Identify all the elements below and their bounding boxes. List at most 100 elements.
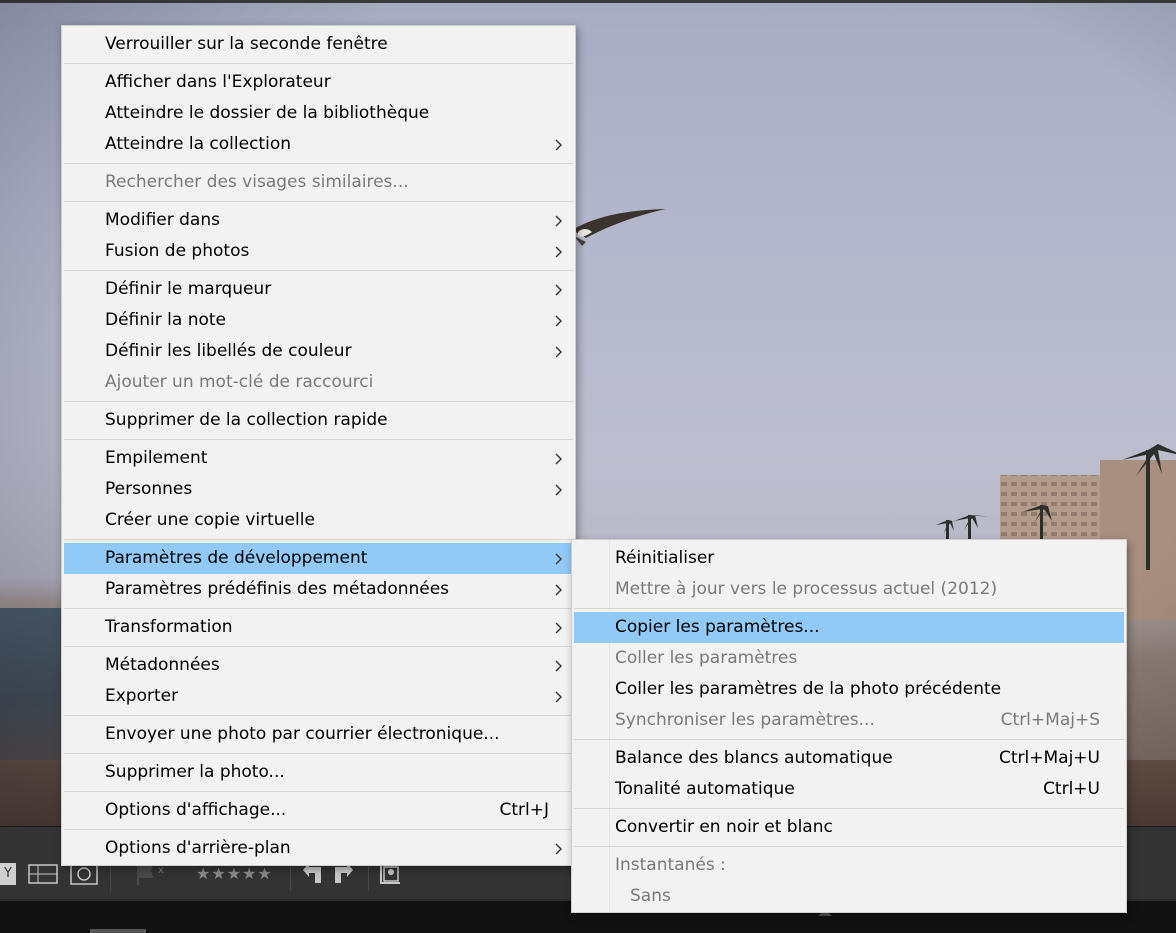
menu-separator (64, 715, 573, 716)
menu-item-label: Paramètres de développement (105, 548, 368, 568)
menu-item-envoyer-une-photo-par-courrier-electronique[interactable]: Envoyer une photo par courrier électroni… (64, 719, 573, 750)
menu-item-label: Sans (630, 886, 671, 906)
chevron-right-icon (554, 474, 566, 505)
menu-item-label: Mettre à jour vers le processus actuel (… (615, 579, 998, 599)
menu-separator (574, 846, 1124, 847)
menu-item-verrouiller-sur-la-seconde-fenetre[interactable]: Verrouiller sur la seconde fenêtre (64, 29, 573, 60)
menu-item-shortcut: Ctrl+U (1043, 779, 1100, 799)
menu-item-options-d-arriere-plan[interactable]: Options d'arrière-plan (64, 833, 573, 864)
menu-item-label: Créer une copie virtuelle (105, 510, 315, 530)
menu-item-rechercher-des-visages-similaires: Rechercher des visages similaires... (64, 167, 573, 198)
menu-separator (64, 163, 573, 164)
context-menu: Verrouiller sur la seconde fenêtre Affich… (61, 25, 576, 866)
menu-item-synchroniser-les-parametres: Synchroniser les paramètres... Ctrl+Maj+S (574, 705, 1124, 736)
menu-item-shortcut: Ctrl+Maj+S (1000, 710, 1100, 730)
menu-item-label: Supprimer de la collection rapide (105, 410, 388, 430)
menu-item-options-d-affichage[interactable]: Options d'affichage... Ctrl+J (64, 795, 573, 826)
chevron-right-icon (554, 574, 566, 605)
menu-item-tonalite-automatique[interactable]: Tonalité automatique Ctrl+U (574, 774, 1124, 805)
develop-settings-submenu: Réinitialiser Mettre à jour vers le proce… (571, 539, 1127, 913)
menu-item-label: Atteindre le dossier de la bibliothèque (105, 103, 430, 123)
menu-item-modifier-dans[interactable]: Modifier dans (64, 205, 573, 236)
menu-item-exporter[interactable]: Exporter (64, 681, 573, 712)
chevron-right-icon (554, 336, 566, 367)
menu-item-copier-les-parametres[interactable]: Copier les paramètres... (574, 612, 1124, 643)
menu-separator (574, 608, 1124, 609)
chevron-right-icon (554, 129, 566, 160)
chevron-right-icon (554, 681, 566, 712)
menu-item-atteindre-le-dossier-de-la-bibliotheque[interactable]: Atteindre le dossier de la bibliothèque (64, 98, 573, 129)
chevron-right-icon (554, 236, 566, 267)
menu-item-fusion-de-photos[interactable]: Fusion de photos (64, 236, 573, 267)
menu-item-label: Réinitialiser (615, 548, 715, 568)
chevron-right-icon (554, 612, 566, 643)
chevron-right-icon (554, 443, 566, 474)
menu-item-label: Coller les paramètres (615, 648, 798, 668)
menu-item-label: Convertir en noir et blanc (615, 817, 833, 837)
menu-separator (64, 791, 573, 792)
menu-item-parametres-de-developpement[interactable]: Paramètres de développement (64, 543, 573, 574)
menu-item-label: Copier les paramètres... (615, 617, 820, 637)
menu-item-definir-les-libelles-de-couleur[interactable]: Définir les libellés de couleur (64, 336, 573, 367)
menu-item-sans: Sans (574, 881, 1124, 912)
menu-separator (64, 608, 573, 609)
menu-item-convertir-en-noir-et-blanc[interactable]: Convertir en noir et blanc (574, 812, 1124, 843)
menu-item-label: Rechercher des visages similaires... (105, 172, 409, 192)
chevron-right-icon (554, 274, 566, 305)
filmstrip-scroll[interactable] (90, 929, 146, 933)
crop-person-icon[interactable] (376, 863, 404, 885)
menu-item-parametres-predefinis-des-metadonnees[interactable]: Paramètres prédéfinis des métadonnées (64, 574, 573, 605)
menu-item-ajouter-un-mot-cle-de-raccourci: Ajouter un mot-clé de raccourci (64, 367, 573, 398)
menu-item-transformation[interactable]: Transformation (64, 612, 573, 643)
flag-icon[interactable]: x (132, 863, 172, 885)
svg-text:x: x (158, 865, 164, 876)
rotate-right-icon[interactable] (330, 863, 356, 885)
menu-item-label: Coller les paramètres de la photo précéd… (615, 679, 1002, 699)
menu-item-label: Définir les libellés de couleur (105, 341, 352, 361)
menu-item-shortcut: Ctrl+Maj+U (999, 748, 1100, 768)
menu-item-supprimer-la-photo[interactable]: Supprimer la photo... (64, 757, 573, 788)
menu-separator (64, 201, 573, 202)
chevron-right-icon (554, 650, 566, 681)
menu-item-atteindre-la-collection[interactable]: Atteindre la collection (64, 129, 573, 160)
menu-item-label: Définir la note (105, 310, 226, 330)
menu-item-mettre-a-jour-vers-le-processus-actuel-2012: Mettre à jour vers le processus actuel (… (574, 574, 1124, 605)
menu-separator (64, 401, 573, 402)
menu-item-label: Personnes (105, 479, 193, 499)
menu-separator (574, 739, 1124, 740)
menu-separator (64, 646, 573, 647)
menu-separator (64, 829, 573, 830)
menu-separator (64, 439, 573, 440)
menu-item-supprimer-de-la-collection-rapide[interactable]: Supprimer de la collection rapide (64, 405, 573, 436)
view-letter-icon[interactable]: Y (0, 863, 16, 885)
chevron-right-icon (554, 543, 566, 574)
menu-item-coller-les-parametres-de-la-photo-precedente[interactable]: Coller les paramètres de la photo précéd… (574, 674, 1124, 705)
menu-item-label: Instantanés : (615, 855, 726, 875)
menu-item-label: Tonalité automatique (615, 779, 795, 799)
menu-item-label: Fusion de photos (105, 241, 250, 261)
menu-item-label: Paramètres prédéfinis des métadonnées (105, 579, 450, 599)
chevron-right-icon (554, 305, 566, 336)
menu-item-balance-des-blancs-automatique[interactable]: Balance des blancs automatique Ctrl+Maj+U (574, 743, 1124, 774)
menu-item-label: Verrouiller sur la seconde fenêtre (105, 34, 388, 54)
people-icon[interactable] (68, 863, 100, 885)
menu-separator (64, 63, 573, 64)
menu-separator (64, 753, 573, 754)
grid-view-icon[interactable] (26, 863, 60, 885)
menu-item-shortcut: Ctrl+J (499, 800, 549, 820)
menu-item-afficher-dans-l-explorateur[interactable]: Afficher dans l'Explorateur (64, 67, 573, 98)
menu-item-label: Métadonnées (105, 655, 220, 675)
rotate-left-icon[interactable] (300, 863, 326, 885)
menu-item-reinitialiser[interactable]: Réinitialiser (574, 543, 1124, 574)
menu-item-empilement[interactable]: Empilement (64, 443, 573, 474)
menu-item-label: Ajouter un mot-clé de raccourci (105, 372, 374, 392)
menu-item-definir-le-marqueur[interactable]: Définir le marqueur (64, 274, 573, 305)
menu-item-label: Modifier dans (105, 210, 220, 230)
menu-item-metadonnees[interactable]: Métadonnées (64, 650, 573, 681)
menu-item-label: Balance des blancs automatique (615, 748, 893, 768)
menu-item-label: Exporter (105, 686, 179, 706)
rating-stars[interactable]: ★★★★★ (196, 863, 273, 885)
menu-item-definir-la-note[interactable]: Définir la note (64, 305, 573, 336)
menu-item-creer-une-copie-virtuelle[interactable]: Créer une copie virtuelle (64, 505, 573, 536)
menu-item-personnes[interactable]: Personnes (64, 474, 573, 505)
